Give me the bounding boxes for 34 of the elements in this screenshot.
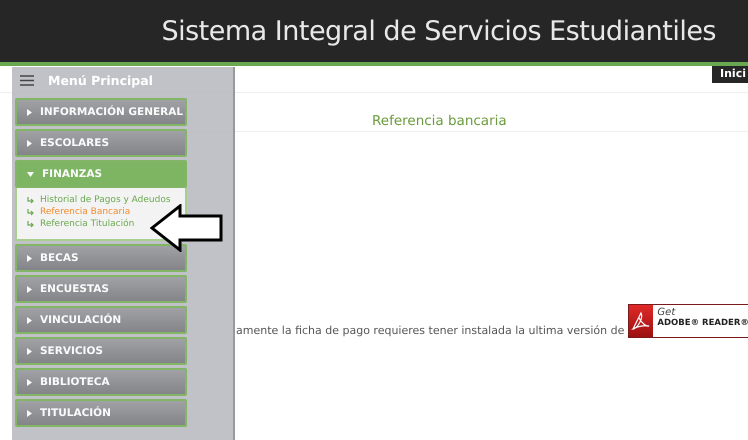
caret-right-icon bbox=[27, 316, 32, 324]
adobe-reader-badge[interactable]: Get ADOBE® READER® bbox=[628, 304, 748, 338]
badge-get-text: Get bbox=[657, 307, 676, 318]
menu-item[interactable]: SERVICIOS bbox=[15, 337, 187, 365]
menu-item[interactable]: ESCOLARES bbox=[15, 129, 187, 157]
page-heading: Referencia bancaria bbox=[372, 113, 507, 129]
caret-right-icon bbox=[27, 410, 32, 416]
hook-arrow-icon bbox=[27, 196, 35, 204]
caret-right-icon bbox=[27, 286, 32, 292]
nav-tab[interactable]: Inici bbox=[712, 66, 748, 83]
caret-down-icon bbox=[27, 172, 34, 176]
menu-item[interactable]: ENCUESTAS bbox=[15, 275, 187, 303]
menu-title: Menú Principal bbox=[48, 73, 153, 88]
menu-item[interactable]: VINCULACIÓN bbox=[15, 306, 187, 334]
caret-right-icon bbox=[27, 140, 32, 146]
notice-text: amente la ficha de pago requieres tener instalada la ultima versión de bbox=[236, 324, 624, 337]
caret-right-icon bbox=[27, 254, 32, 262]
app-title: Sistema Integral de Servicios Estudiantiles bbox=[161, 16, 716, 46]
submenu-link[interactable]: Referencia Bancaria bbox=[27, 207, 130, 217]
caret-right-icon bbox=[27, 378, 32, 386]
caret-right-icon bbox=[27, 108, 32, 116]
badge-product-text: ADOBE® READER® bbox=[657, 318, 748, 328]
menu-item[interactable]: INFORMACIÓN GENERAL bbox=[15, 98, 187, 126]
menu-item[interactable]: FINANZAS bbox=[15, 160, 187, 188]
adobe-logo-icon bbox=[631, 311, 652, 331]
caret-right-icon bbox=[27, 348, 32, 354]
submenu-link[interactable]: Referencia Titulación bbox=[27, 219, 134, 229]
menu-icon[interactable] bbox=[20, 75, 34, 86]
menu-item[interactable]: BIBLIOTECA bbox=[15, 368, 187, 396]
hook-arrow-icon bbox=[27, 220, 35, 228]
hook-arrow-icon bbox=[27, 208, 35, 216]
submenu-link[interactable]: Historial de Pagos y Adeudos bbox=[27, 195, 171, 205]
menu-item[interactable]: TITULACIÓN bbox=[15, 399, 187, 427]
menu-item[interactable]: BECAS bbox=[15, 244, 187, 272]
